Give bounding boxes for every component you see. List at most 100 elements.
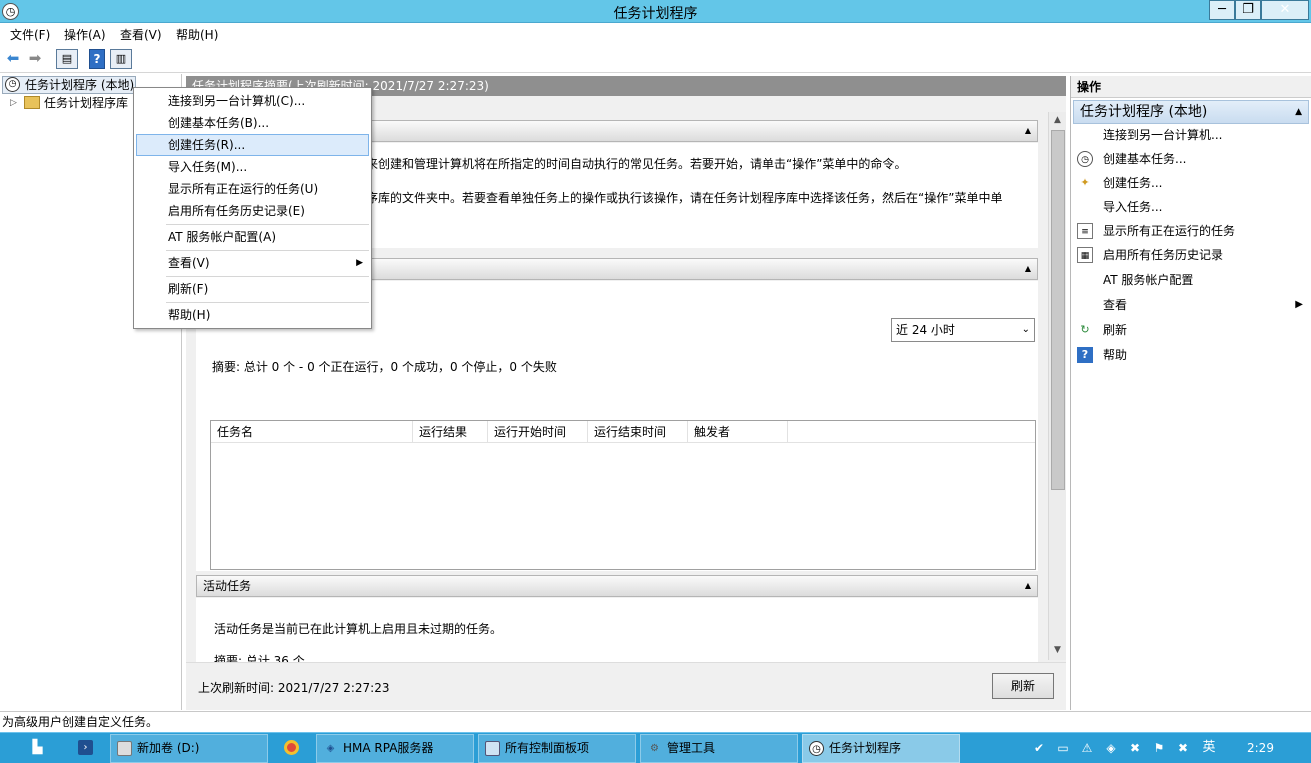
powershell-button[interactable]: › <box>66 734 106 763</box>
taskbar-item-admin-tools[interactable]: ⚙ 管理工具 <box>640 734 798 763</box>
taskbar-clock[interactable]: 2:29 <box>1247 733 1274 763</box>
menu-separator <box>166 302 369 303</box>
vertical-scrollbar[interactable]: ▲ ▼ <box>1048 112 1066 660</box>
taskbar-item-control-panel[interactable]: 所有控制面板项 <box>478 734 636 763</box>
last-refresh-text: 上次刷新时间: 2021/7/27 2:27:23 <box>198 681 390 695</box>
toolbar: ⬅ ➡ ▤ ? ▥ <box>0 44 1311 73</box>
action-refresh[interactable]: ↻ 刷新 <box>1077 319 1307 341</box>
minimize-button[interactable]: ─ <box>1209 0 1235 20</box>
action-view[interactable]: 查看 ▶ <box>1077 294 1307 316</box>
taskbar: ▙ › 新加卷 (D:) ◈ HMA RPA服务器 所有控制面板项 ⚙ 管理工具… <box>0 732 1311 763</box>
menu-file[interactable]: 文件(F) <box>10 26 50 43</box>
collapse-caret-icon[interactable]: ▲ <box>1025 576 1031 596</box>
refresh-bar: 上次刷新时间: 2021/7/27 2:27:23 刷新 <box>186 662 1066 710</box>
flag-tray-icon[interactable]: ⚑ <box>1151 740 1167 756</box>
ctx-import-task[interactable]: 导入任务(M)... <box>136 156 369 178</box>
actions-header: 操作 <box>1071 76 1311 98</box>
network-tray-icon[interactable]: ⚠ <box>1079 740 1095 756</box>
ime-indicator[interactable]: 英 <box>1201 740 1217 756</box>
help-icon[interactable]: ? <box>89 49 105 69</box>
status-period-select[interactable]: 近 24 小时 ⌄ <box>891 318 1035 342</box>
title-bar: ◷ 任务计划程序 ─ ❐ ✕ <box>0 0 1311 23</box>
hma-tray-icon[interactable]: ◈ <box>1103 740 1119 756</box>
server-manager-icon: ▙ <box>32 740 43 755</box>
taskbar-item-label: HMA RPA服务器 <box>343 741 434 755</box>
action-label: 创建基本任务... <box>1103 152 1187 166</box>
action-create-task[interactable]: ✦ 创建任务... <box>1077 172 1307 194</box>
menu-help[interactable]: 帮助(H) <box>176 26 218 43</box>
refresh-icon: ↻ <box>1080 323 1090 336</box>
ctx-enable-history[interactable]: 启用所有任务历史记录(E) <box>136 200 369 222</box>
admin-tools-icon: ⚙ <box>650 743 659 754</box>
collapse-caret-icon[interactable]: ▲ <box>1025 259 1031 279</box>
forward-arrow-icon[interactable]: ➡ <box>26 49 44 69</box>
scroll-down-icon[interactable]: ▼ <box>1049 642 1066 659</box>
action-label: 连接到另一台计算机... <box>1103 128 1223 142</box>
column-header[interactable]: 任务名 <box>211 421 413 443</box>
collapse-caret-icon[interactable]: ▲ <box>1295 101 1302 123</box>
action-help[interactable]: ? 帮助 <box>1077 344 1307 366</box>
tree-item-library[interactable]: ▷ 任务计划程序库 <box>10 95 128 113</box>
back-arrow-icon[interactable]: ⬅ <box>4 49 22 69</box>
scroll-up-icon[interactable]: ▲ <box>1049 112 1066 129</box>
ctx-at-config[interactable]: AT 服务帐户配置(A) <box>136 226 369 248</box>
chrome-button[interactable] <box>272 734 312 763</box>
action-import-task[interactable]: 导入任务... <box>1077 196 1307 218</box>
show-hide-console-tree-icon[interactable]: ▤ <box>56 49 78 69</box>
action-label: 刷新 <box>1103 323 1128 337</box>
column-header[interactable]: 运行结果 <box>413 421 488 443</box>
action-label: 启用所有任务历史记录 <box>1103 248 1224 262</box>
action-enable-history[interactable]: ▦ 启用所有任务历史记录 <box>1077 244 1307 266</box>
active-tasks-section-header[interactable]: 活动任务 ▲ <box>196 575 1038 597</box>
security-tray-icon[interactable]: ✔ <box>1031 740 1047 756</box>
action-label: 帮助 <box>1103 348 1128 362</box>
tree-item-root[interactable]: ◷ 任务计划程序 (本地) <box>2 76 136 94</box>
taskbar-item-task-scheduler[interactable]: ◷ 任务计划程序 <box>802 734 960 763</box>
scroll-thumb[interactable] <box>1051 130 1065 490</box>
show-hide-action-pane-icon[interactable]: ▥ <box>110 49 132 69</box>
maximize-button[interactable]: ❐ <box>1235 0 1261 20</box>
ctx-create-task[interactable]: 创建任务(R)... <box>136 134 369 156</box>
ctx-help[interactable]: 帮助(H) <box>136 304 369 326</box>
hma-icon: ◈ <box>326 743 335 754</box>
status-summary: 摘要: 总计 0 个 - 0 个正在运行，0 个成功，0 个停止，0 个失败 <box>212 360 557 374</box>
tree-item-root-label: 任务计划程序 (本地) <box>25 78 135 92</box>
ctx-view[interactable]: 查看(V) ▶ <box>136 252 369 274</box>
refresh-button[interactable]: 刷新 <box>992 673 1054 699</box>
action-label: 显示所有正在运行的任务 <box>1103 224 1236 238</box>
action-show-running[interactable]: ≡ 显示所有正在运行的任务 <box>1077 220 1307 242</box>
close-button[interactable]: ✕ <box>1261 0 1309 20</box>
drive-icon <box>117 741 132 756</box>
menu-view[interactable]: 查看(V) <box>120 26 162 43</box>
action-at-config[interactable]: AT 服务帐户配置 <box>1077 269 1307 291</box>
ctx-show-running[interactable]: 显示所有正在运行的任务(U) <box>136 178 369 200</box>
folder-icon <box>24 96 40 109</box>
menu-action[interactable]: 操作(A) <box>64 26 106 43</box>
monitor-tray-icon[interactable]: ▭ <box>1055 740 1071 756</box>
actions-section-header[interactable]: 任务计划程序 (本地) ▲ <box>1073 100 1309 124</box>
ctx-create-basic-task[interactable]: 创建基本任务(B)... <box>136 112 369 134</box>
overview-text-1: 来创建和管理计算机将在所指定的时间自动执行的常见任务。若要开始，请单击“操作”菜… <box>366 157 907 171</box>
collapse-caret-icon[interactable]: ▲ <box>1025 121 1031 141</box>
ctx-refresh[interactable]: 刷新(F) <box>136 278 369 300</box>
tree-item-library-label: 任务计划程序库 <box>44 96 129 110</box>
taskbar-item-drive[interactable]: 新加卷 (D:) <box>110 734 268 763</box>
action-connect[interactable]: 连接到另一台计算机... <box>1077 124 1307 146</box>
actions-pane: 操作 任务计划程序 (本地) ▲ 连接到另一台计算机... ◷ 创建基本任务..… <box>1070 76 1311 710</box>
volume-tray-icon[interactable]: ✖ <box>1175 740 1191 756</box>
action-create-basic-task[interactable]: ◷ 创建基本任务... <box>1077 148 1307 170</box>
column-header[interactable]: 触发者 <box>688 421 788 443</box>
taskbar-item-label: 新加卷 (D:) <box>137 741 200 755</box>
taskbar-item-hma[interactable]: ◈ HMA RPA服务器 <box>316 734 474 763</box>
menu-separator <box>166 276 369 277</box>
action-label: AT 服务帐户配置 <box>1103 273 1194 287</box>
clock-icon: ◷ <box>5 77 20 92</box>
column-header[interactable]: 运行结束时间 <box>588 421 688 443</box>
expand-arrow-icon[interactable]: ▷ <box>10 95 17 111</box>
server-manager-button[interactable]: ▙ <box>18 734 58 763</box>
history-icon: ▦ <box>1077 247 1093 263</box>
active-tasks-section-body: 活动任务是当前已在此计算机上启用且未过期的任务。 摘要: 总计 36 个 <box>196 598 1038 662</box>
column-header[interactable]: 运行开始时间 <box>488 421 588 443</box>
ctx-connect[interactable]: 连接到另一台计算机(C)... <box>136 90 369 112</box>
network-disabled-tray-icon[interactable]: ✖ <box>1127 740 1143 756</box>
